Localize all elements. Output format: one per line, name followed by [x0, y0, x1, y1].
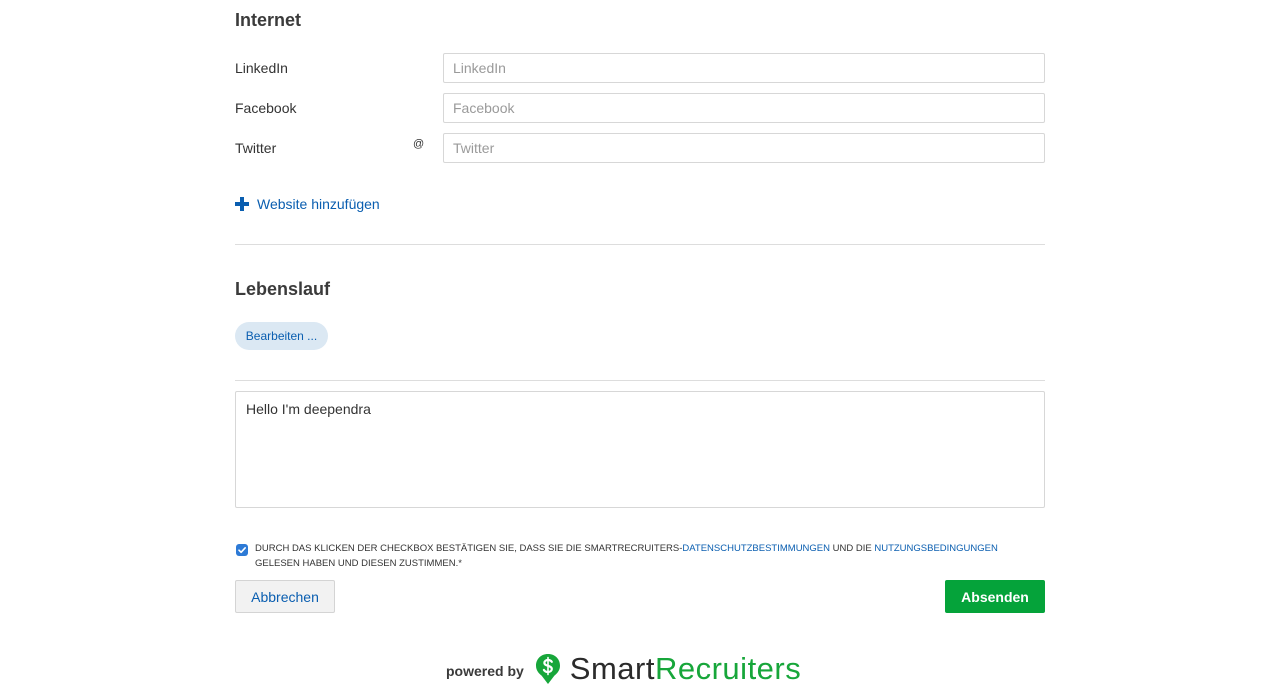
add-website-label: Website hinzufügen — [257, 196, 380, 212]
facebook-row: Facebook — [235, 93, 1045, 123]
linkedin-row: LinkedIn — [235, 53, 1045, 83]
checkmark-icon — [238, 547, 246, 554]
linkedin-input[interactable] — [443, 53, 1045, 83]
internet-heading: Internet — [235, 10, 302, 30]
twitter-row: Twitter @ — [235, 133, 1045, 163]
consent-text: Durch das Klicken der Checkbox bestätige… — [255, 541, 1045, 571]
twitter-input[interactable] — [443, 133, 1045, 163]
privacy-policy-link[interactable]: Datenschutzbestimmungen — [682, 543, 830, 554]
consent-text-before: Durch das Klicken der Checkbox bestätige… — [255, 543, 683, 554]
consent-checkbox[interactable] — [236, 544, 248, 556]
submit-button[interactable]: Absenden — [945, 580, 1045, 613]
message-textarea[interactable]: Hello I'm deependra — [235, 391, 1045, 508]
application-form: Internet LinkedIn Facebook Twitter @ Web… — [235, 0, 1045, 686]
consent-text-after: gelesen haben und diesen zustimmen.* — [255, 558, 462, 569]
facebook-label: Facebook — [235, 100, 297, 116]
add-website-link[interactable]: Website hinzufügen — [235, 196, 380, 212]
resume-heading: Lebenslauf — [235, 279, 331, 299]
brand-smart: Smart — [569, 651, 655, 686]
smartrecruiters-wordmark: SmartRecruiters — [570, 652, 801, 686]
linkedin-label: LinkedIn — [235, 60, 288, 76]
twitter-label: Twitter — [235, 140, 277, 156]
edit-resume-button[interactable]: Bearbeiten ... — [235, 322, 328, 350]
brand-recruiters: Recruiters — [654, 651, 802, 686]
facebook-input[interactable] — [443, 93, 1045, 123]
powered-by-footer: powered by SmartRecruiters — [446, 652, 801, 686]
terms-of-use-link[interactable]: Nutzungsbedingungen — [874, 543, 998, 554]
smartrecruiters-logo-icon — [535, 654, 560, 684]
cancel-button[interactable]: Abbrechen — [235, 580, 335, 613]
section-divider — [235, 244, 1045, 245]
powered-by-label: powered by — [446, 663, 524, 679]
twitter-at-prefix: @ — [413, 138, 425, 150]
resume-divider — [235, 380, 1045, 381]
consent-text-middle: und die — [830, 543, 875, 554]
plus-icon — [235, 197, 249, 211]
